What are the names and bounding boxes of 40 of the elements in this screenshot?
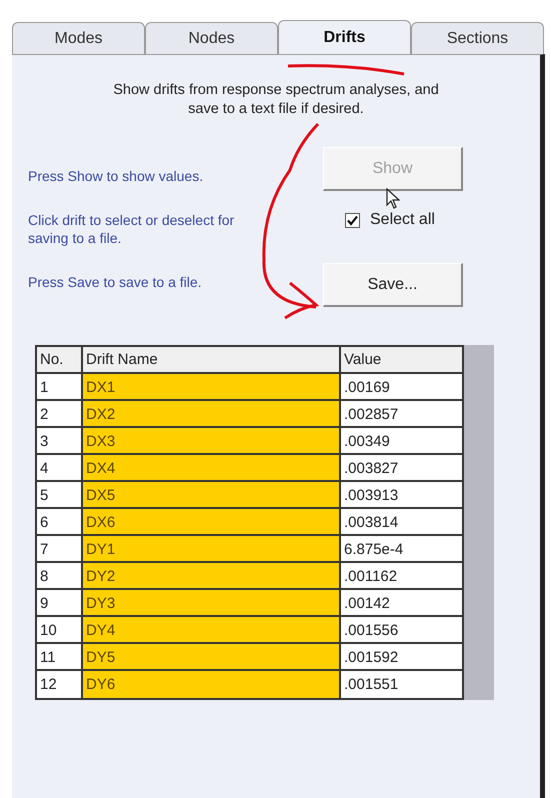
table-cell-text: .001592 xyxy=(343,648,400,668)
table-cell-text: .00349 xyxy=(343,432,391,452)
drift-name-cell[interactable]: DX2 xyxy=(83,401,341,426)
tab[interactable]: Drifts xyxy=(278,20,411,54)
table-cell-text: .00169 xyxy=(343,378,391,398)
table-cell-text: .003827 xyxy=(343,459,400,479)
drift-name-cell[interactable]: DX4 xyxy=(83,455,341,480)
tab[interactable]: Modes xyxy=(12,22,145,54)
drift-name-cell[interactable]: DY5 xyxy=(83,644,341,669)
push-button[interactable]: Save... xyxy=(323,263,463,307)
drift-name-cell[interactable]: DY2 xyxy=(83,563,341,588)
drift-name-cell[interactable]: DY1 xyxy=(83,536,341,561)
column-header: Value xyxy=(343,350,382,370)
description-text: Show drifts from response spectrum analyses, and save to a text file if desired. xyxy=(112,81,440,119)
hint-text: Press Show to show values. xyxy=(28,167,204,185)
tab[interactable]: Sections xyxy=(411,22,544,54)
table-cell-text: .001556 xyxy=(343,621,400,641)
table-cell-text: .003913 xyxy=(343,486,400,506)
mouse-cursor-icon xyxy=(386,188,400,210)
drift-name-cell[interactable]: DY4 xyxy=(83,617,341,642)
drift-name-cell[interactable]: DX6 xyxy=(83,509,341,534)
table-cell-text: .002857 xyxy=(343,405,400,425)
hint-text: Press Save to save to a file. xyxy=(28,273,203,291)
drift-name-cell[interactable]: DX3 xyxy=(83,428,341,453)
table-cell-text: .003814 xyxy=(343,513,400,533)
hint-text: Click drift to select or deselect for saving to a file. xyxy=(28,211,236,247)
checkbox[interactable] xyxy=(345,212,360,228)
table-cell-text: .001551 xyxy=(343,675,400,695)
drift-name-cell[interactable]: DX1 xyxy=(83,374,341,399)
table-cell-text: .001162 xyxy=(343,567,398,587)
drift-name-cell[interactable]: DY6 xyxy=(83,671,341,698)
checkbox-label: Select all xyxy=(370,210,435,230)
column-header: Drift Name xyxy=(83,347,341,372)
table-cell-text: .00142 xyxy=(343,594,391,614)
column-header: No. xyxy=(37,347,83,372)
checkmark-icon xyxy=(347,214,358,226)
table-cell-text: 6.875e-4 xyxy=(343,540,404,560)
drift-name-cell[interactable]: DY3 xyxy=(83,590,341,615)
tab[interactable]: Nodes xyxy=(145,22,278,54)
drift-name-cell[interactable]: DX5 xyxy=(83,482,341,507)
